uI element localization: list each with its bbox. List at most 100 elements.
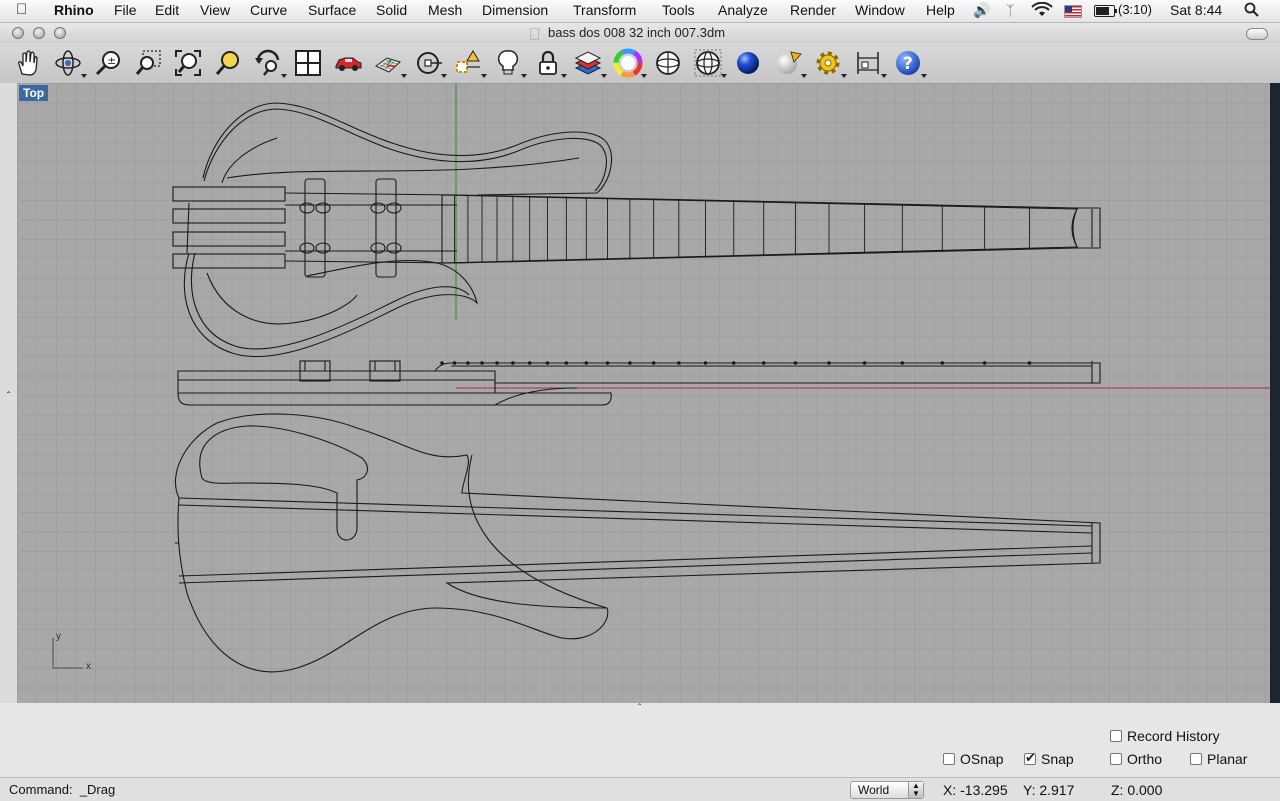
snap-checkbox[interactable]: Snap: [1024, 750, 1074, 767]
fret-marker-dot: [982, 361, 987, 365]
menu-solid[interactable]: Solid: [376, 2, 407, 18]
battery-time: (3:10): [1118, 2, 1152, 17]
zoom-window-button[interactable]: [54, 27, 66, 39]
menu-dimension[interactable]: Dimension: [482, 2, 548, 18]
wifi-icon[interactable]: [1031, 1, 1053, 21]
planar-box[interactable]: [1190, 753, 1202, 765]
desktop-background-strip: [1270, 83, 1280, 703]
zoom-window-icon[interactable]: [132, 47, 164, 79]
help-icon[interactable]: ?: [892, 47, 927, 79]
guitar-bass-drawing[interactable]: y x: [17, 83, 1270, 703]
command-line[interactable]: Command: _Drag: [9, 782, 115, 797]
fret-marker-dot: [545, 361, 550, 365]
osnap-label: OSnap: [960, 751, 1004, 767]
menu-view[interactable]: View: [200, 2, 230, 18]
cplane-stepper-icon[interactable]: ▲ ▼: [908, 782, 923, 798]
zoom-selected-icon[interactable]: [212, 47, 244, 79]
fret-marker-dot: [466, 361, 470, 365]
ortho-box[interactable]: [1110, 753, 1122, 765]
light-bulb-icon[interactable]: [492, 47, 527, 79]
fret-marker-dot: [527, 361, 532, 365]
record-history-checkbox[interactable]: Record History: [1110, 728, 1220, 744]
coord-y: Y: 2.917: [1023, 782, 1075, 798]
input-flag-icon[interactable]: [1064, 5, 1082, 18]
main-toolbar: ± ?: [0, 43, 1280, 83]
axis-y-label: y: [56, 631, 61, 642]
command-label: Command:: [9, 782, 73, 797]
render-preview-icon[interactable]: [772, 47, 807, 79]
coord-z: Z: 0.000: [1111, 782, 1163, 798]
car-perspective-icon[interactable]: [332, 47, 364, 79]
construction-plane-icon[interactable]: [372, 47, 407, 79]
menu-file[interactable]: File: [114, 2, 137, 18]
wireframe-sphere-icon[interactable]: [652, 47, 684, 79]
menu-curve[interactable]: Curve: [250, 2, 287, 18]
collapse-left-handle-icon[interactable]: ˆ: [7, 391, 10, 402]
menu-app-name[interactable]: Rhino: [54, 2, 94, 18]
gumball-icon[interactable]: [452, 47, 487, 79]
fret-marker-dot: [495, 361, 499, 365]
menu-transform[interactable]: Transform: [573, 2, 636, 18]
menu-edit[interactable]: Edit: [155, 2, 179, 18]
zoom-extents-icon[interactable]: [172, 47, 204, 79]
bluetooth-icon[interactable]: ᛉ: [1006, 2, 1014, 18]
ortho-checkbox[interactable]: Ortho: [1110, 751, 1162, 767]
cplane-select[interactable]: World ▲ ▼: [850, 781, 924, 799]
minimize-window-button[interactable]: [33, 27, 45, 39]
fret-marker-dot: [564, 361, 569, 365]
panel-resize-handle-icon[interactable]: ˆ: [638, 703, 641, 714]
menu-mesh[interactable]: Mesh: [428, 2, 462, 18]
snap-label: Snap: [1041, 751, 1074, 767]
fret-marker-dot: [793, 361, 798, 365]
rotate-view-icon[interactable]: [52, 47, 87, 79]
fret-marker-dot: [761, 361, 766, 365]
spotlight-icon[interactable]: [1244, 2, 1260, 21]
planar-checkbox[interactable]: Planar: [1190, 751, 1247, 767]
snap-box[interactable]: [1024, 750, 1036, 766]
command-value[interactable]: _Drag: [80, 782, 115, 797]
color-wheel-icon[interactable]: [612, 47, 647, 79]
menu-bar:  Rhino File Edit View Curve Surface Sol…: [0, 0, 1280, 23]
layers-icon[interactable]: [572, 47, 607, 79]
rendered-sphere-icon[interactable]: [732, 47, 764, 79]
fret-marker-dot: [628, 361, 632, 365]
apple-menu-icon[interactable]: : [16, 1, 27, 18]
menu-analyze[interactable]: Analyze: [718, 2, 768, 18]
menu-render[interactable]: Render: [790, 2, 836, 18]
four-viewports-icon[interactable]: [292, 47, 324, 79]
pan-icon[interactable]: [12, 47, 44, 79]
osnap-icon[interactable]: [412, 47, 447, 79]
ortho-label: Ortho: [1127, 751, 1163, 767]
dimension-icon[interactable]: [852, 47, 887, 79]
toolbar-toggle-button[interactable]: [1246, 28, 1268, 40]
fret-marker-dot: [480, 361, 484, 365]
menu-tools[interactable]: Tools: [662, 2, 695, 18]
record-history-label: Record History: [1127, 728, 1220, 744]
osnap-box[interactable]: [943, 753, 955, 765]
osnap-checkbox[interactable]: OSnap: [943, 751, 1004, 767]
record-history-box[interactable]: [1110, 730, 1122, 742]
window-title-bar: 🗌 bass dos 008 32 inch 007.3dm: [0, 23, 1280, 43]
menu-surface[interactable]: Surface: [308, 2, 356, 18]
planar-label: Planar: [1207, 751, 1248, 767]
volume-icon[interactable]: 🔊: [973, 2, 990, 19]
fret-marker-dot: [605, 361, 610, 365]
shaded-grid-sphere-icon[interactable]: [692, 47, 727, 79]
cplane-value: World: [858, 783, 890, 797]
viewport-title-tab[interactable]: Top: [19, 85, 49, 101]
close-window-button[interactable]: [12, 27, 24, 39]
fret-marker-dot: [452, 361, 457, 365]
menu-clock[interactable]: Sat 8:44: [1170, 2, 1222, 18]
options-gear-icon[interactable]: [812, 47, 847, 79]
top-viewport[interactable]: y x Top: [17, 83, 1270, 703]
status-options-panel: ˆ Record History OSnap Snap Ortho Planar: [0, 703, 1280, 777]
fret-marker-dot: [827, 361, 831, 365]
menu-help[interactable]: Help: [926, 2, 955, 18]
zoom-dynamic-icon[interactable]: ±: [92, 47, 124, 79]
fret-marker-dot: [440, 361, 444, 365]
svg-text:±: ±: [107, 54, 116, 67]
battery-icon[interactable]: [1094, 5, 1117, 17]
undo-view-icon[interactable]: [252, 47, 287, 79]
menu-window[interactable]: Window: [855, 2, 905, 18]
lock-icon[interactable]: [532, 47, 567, 79]
